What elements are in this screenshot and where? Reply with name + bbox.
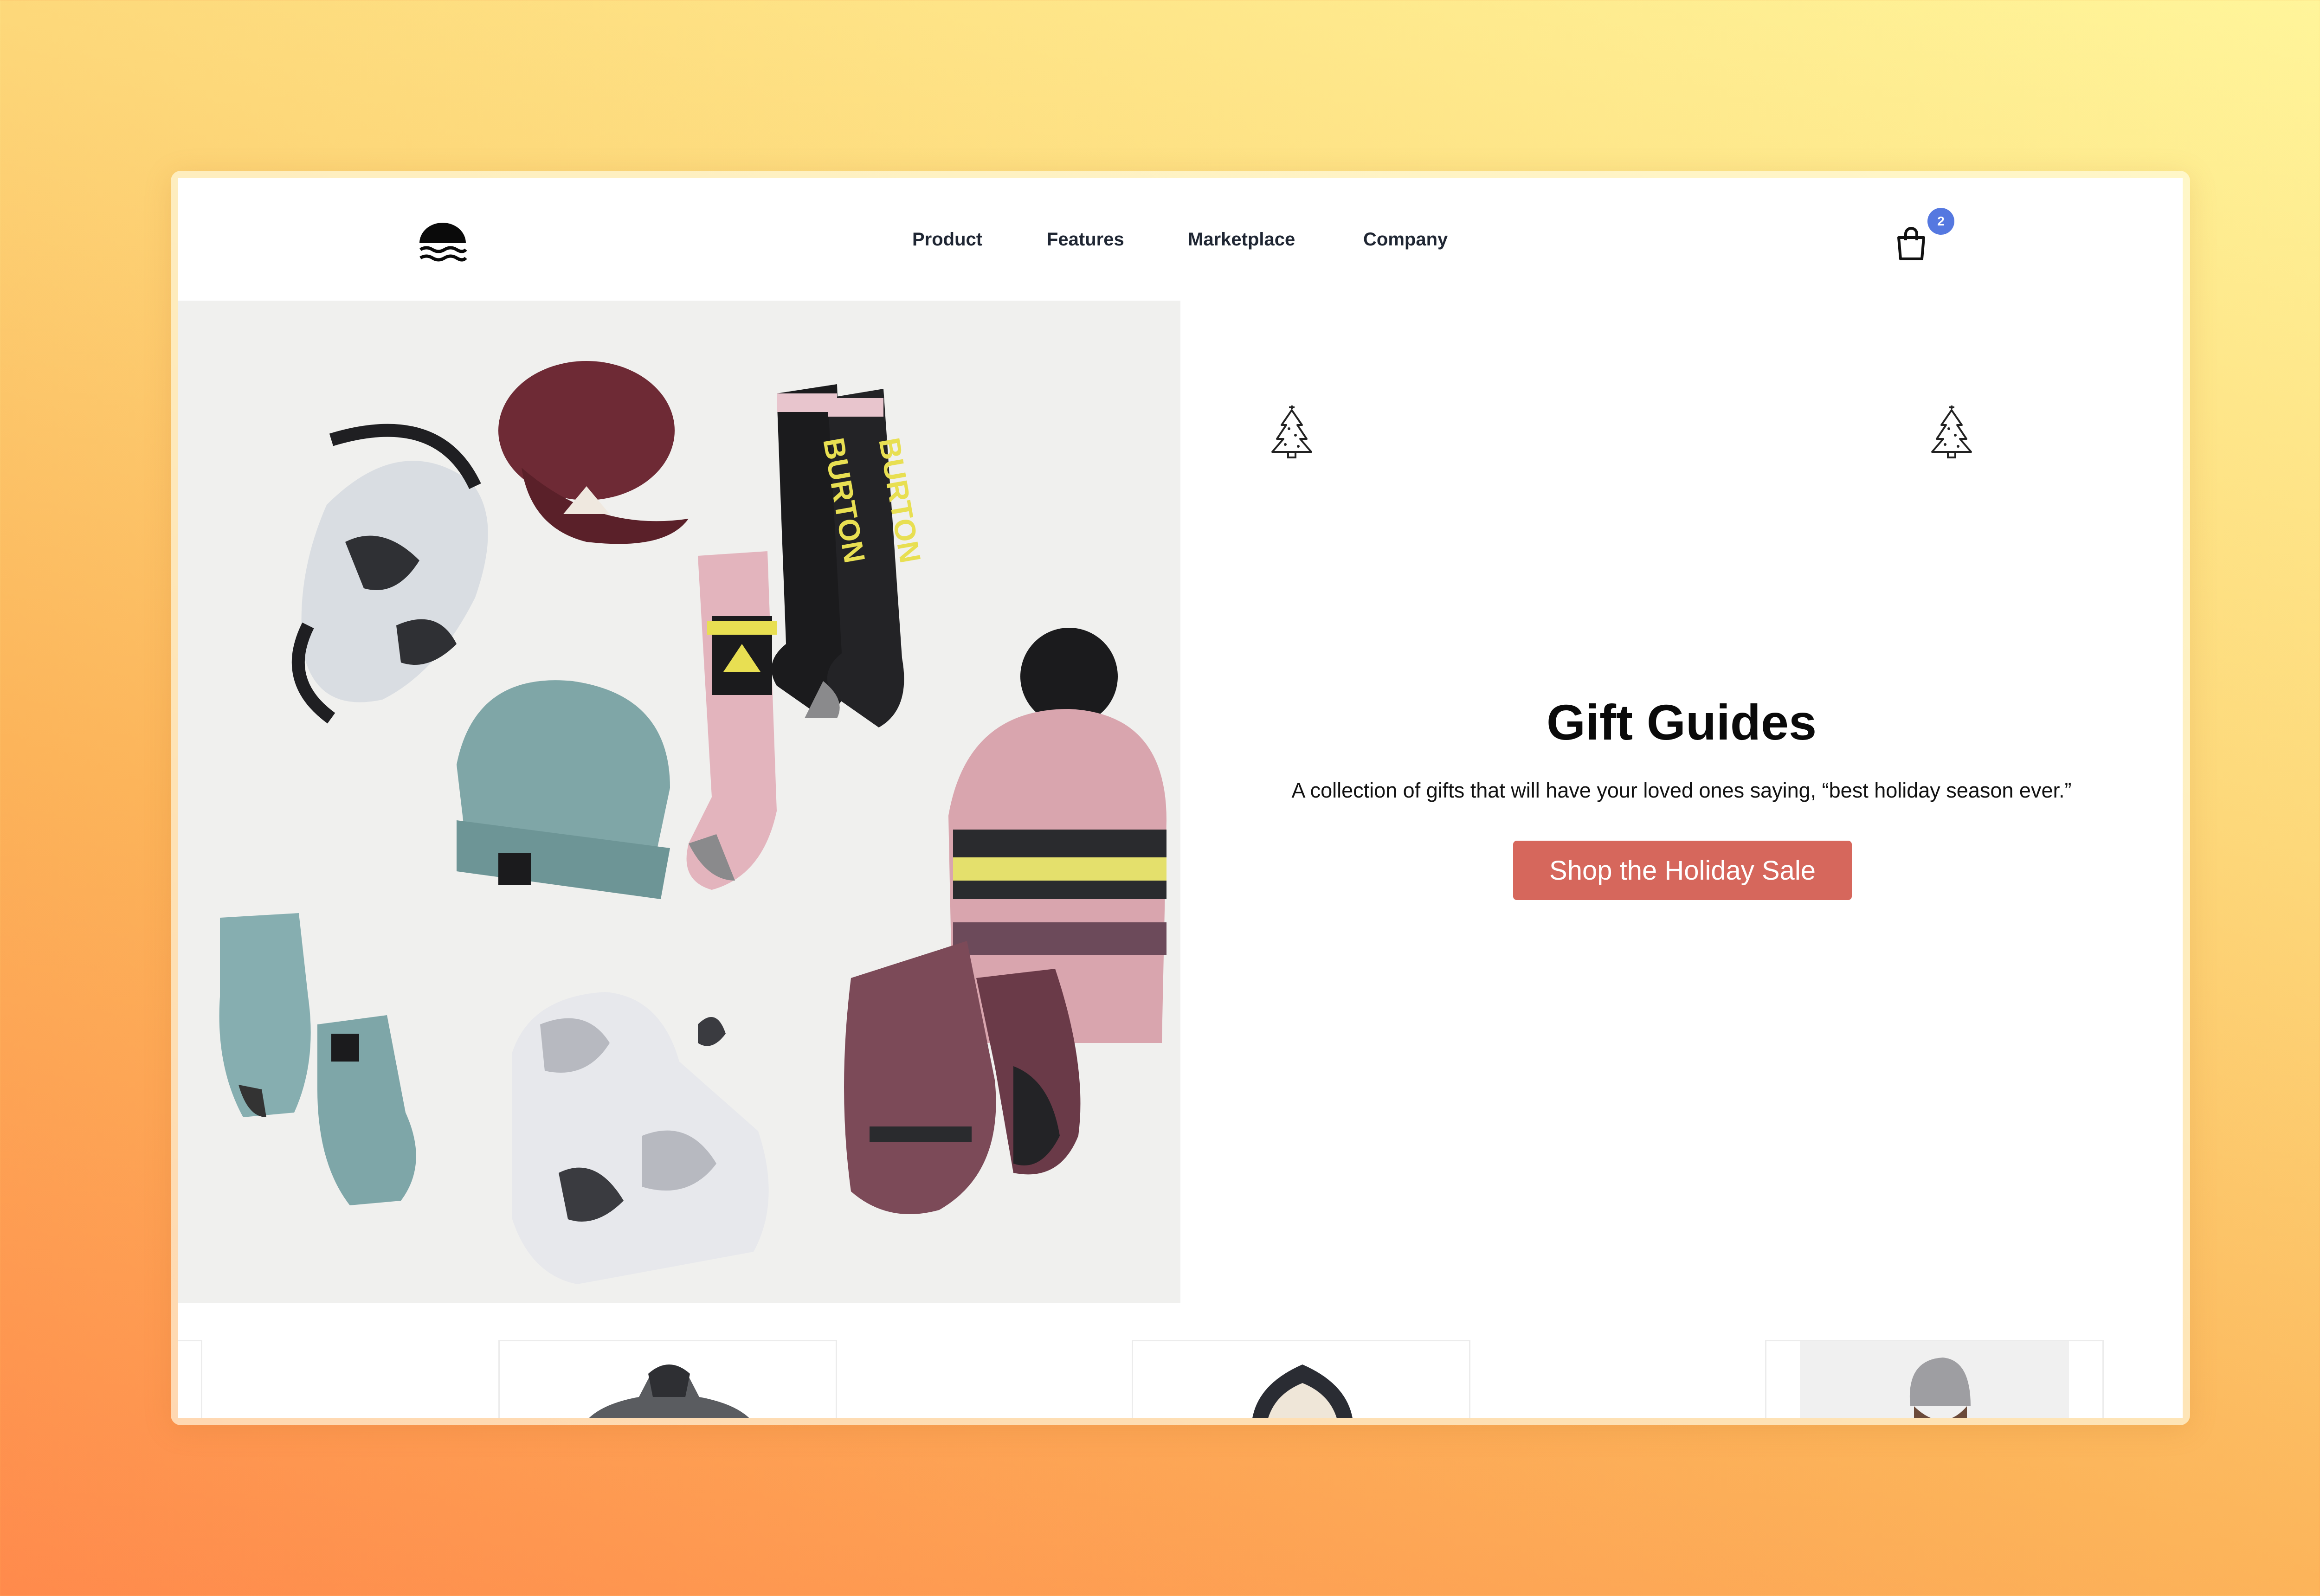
shop-holiday-sale-button[interactable]: Shop the Holiday Sale (1513, 841, 1852, 900)
camo-balaclava-image (512, 992, 769, 1284)
site-header: Product Features Marketplace Company 2 (178, 178, 2183, 301)
sherpa-jacket-image (1252, 1364, 1353, 1418)
nav-company[interactable]: Company (1363, 178, 1448, 301)
person-grey-beanie-image (1800, 1341, 2069, 1418)
shopping-bag-icon[interactable] (1896, 226, 1927, 261)
cart-count-badge: 2 (1927, 208, 1954, 235)
page-viewport: Product Features Marketplace Company 2 B… (178, 178, 2183, 1418)
product-card[interactable] (1765, 1340, 2104, 1418)
product-card[interactable] (1132, 1340, 1470, 1418)
winter-gear-flatlay-image: BURTON BURTON (219, 361, 1166, 1284)
teal-beanie-image (457, 680, 670, 899)
fleece-jacket-image (589, 1364, 749, 1418)
cap-image (498, 361, 689, 544)
christmas-tree-icon (1931, 405, 1972, 458)
teal-gloves-image (219, 913, 416, 1205)
nav-product[interactable]: Product (912, 178, 982, 301)
product-card[interactable] (498, 1340, 837, 1418)
product-card[interactable] (178, 1340, 202, 1418)
waves-logo-icon[interactable] (418, 223, 468, 267)
hero-title: Gift Guides (1546, 694, 1817, 750)
nav-features[interactable]: Features (1047, 178, 1124, 301)
nav-marketplace[interactable]: Marketplace (1188, 178, 1295, 301)
pink-sock-image (686, 551, 777, 890)
hero-image: BURTON BURTON (178, 301, 1180, 1303)
browser-window: Product Features Marketplace Company 2 B… (171, 171, 2190, 1425)
fanny-pack-image (291, 424, 488, 724)
black-socks-image: BURTON BURTON (771, 384, 927, 727)
hero-subtitle: A collection of gifts that will have you… (1291, 779, 2072, 802)
burgundy-mittens-image (844, 941, 1081, 1214)
christmas-tree-icon (1271, 405, 1312, 458)
